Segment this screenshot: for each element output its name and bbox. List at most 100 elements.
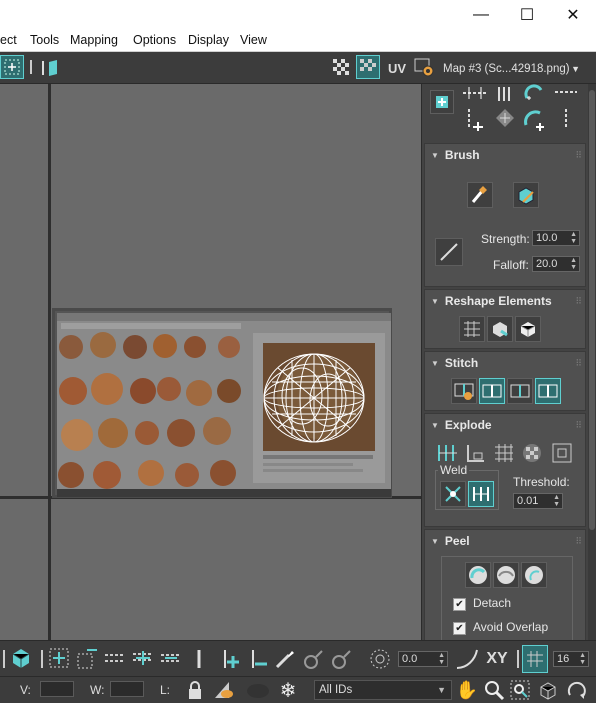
soft-selection-icon[interactable]: [366, 645, 394, 673]
menu-bar: ect Tools Mapping Options Display View: [0, 30, 596, 52]
xy-coordinate-toggle[interactable]: XY: [482, 647, 512, 671]
peel-mode-button[interactable]: [493, 562, 519, 588]
falloff-spinner[interactable]: 20.0 ▲ ▼: [532, 256, 580, 272]
ring-icon[interactable]: [192, 647, 206, 671]
element-mode-icon[interactable]: [8, 645, 34, 671]
straighten-selection-button[interactable]: [459, 316, 485, 342]
relax-until-flat-button[interactable]: [487, 316, 513, 342]
explode-header[interactable]: ▼ Explode: [425, 414, 585, 436]
uv-editor-viewport[interactable]: [0, 84, 421, 640]
spinner-arrows-icon[interactable]: ▲ ▼: [570, 257, 577, 271]
rotate-view-icon[interactable]: [564, 679, 590, 701]
relax-brush-button[interactable]: [513, 182, 539, 208]
snowflake-icon[interactable]: ❄: [276, 679, 300, 702]
settings-gear-icon[interactable]: [412, 55, 436, 79]
stitch-average-button[interactable]: [507, 378, 533, 404]
drag-handle-icon[interactable]: ⠿: [575, 536, 582, 547]
quick-peel-button[interactable]: [465, 562, 491, 588]
material-ids-dropdown[interactable]: All IDs ▼: [314, 680, 452, 700]
menu-select[interactable]: ect: [0, 33, 17, 47]
v-field[interactable]: [40, 681, 74, 697]
brush-title: Brush: [444, 148, 480, 162]
pan-hand-icon[interactable]: ✋: [456, 679, 478, 701]
grow-ring-icon[interactable]: [216, 647, 242, 671]
shrink-selection-icon[interactable]: [74, 645, 100, 671]
zoom-icon[interactable]: [482, 679, 506, 701]
rotate-plus-icon[interactable]: [520, 106, 550, 132]
show-map-icon[interactable]: [356, 55, 380, 79]
drag-handle-icon[interactable]: ⠿: [575, 420, 582, 431]
space-vertical-icon[interactable]: [552, 106, 580, 132]
reset-peel-button[interactable]: [521, 562, 547, 588]
menu-tools[interactable]: Tools: [30, 33, 59, 47]
stitch-to-target-button[interactable]: [479, 378, 505, 404]
paint-brush-button[interactable]: [467, 182, 493, 208]
checker-pattern-icon[interactable]: [329, 55, 353, 79]
peel-header[interactable]: ▼ Peel: [425, 530, 585, 552]
spinner-arrows-icon[interactable]: ▲ ▼: [579, 652, 586, 666]
falloff-curve-icon[interactable]: [454, 647, 480, 671]
menu-mapping[interactable]: Mapping: [70, 33, 118, 47]
map-dropdown[interactable]: Map #3 (Sc...42918.png) ▼: [439, 59, 585, 79]
menu-display[interactable]: Display: [188, 33, 229, 47]
show-hide-icon[interactable]: [210, 679, 236, 701]
grow-selection-icon[interactable]: [46, 645, 72, 671]
strength-spinner[interactable]: 10.0 ▲ ▼: [532, 230, 580, 246]
maximize-button[interactable]: ☐: [504, 0, 550, 30]
panel-scrollbar[interactable]: [588, 84, 596, 640]
spinner-arrows-icon[interactable]: ▲ ▼: [570, 231, 577, 245]
soft-selection-spinner[interactable]: 0.0 ▲ ▼: [398, 651, 448, 667]
menu-view[interactable]: View: [240, 33, 267, 47]
stitch-header[interactable]: ▼ Stitch: [425, 352, 585, 374]
lock-icon[interactable]: [184, 679, 206, 701]
align-vertical-icon[interactable]: [492, 84, 522, 102]
menu-options[interactable]: Options: [133, 33, 176, 47]
collapse-triangle-icon: ▼: [431, 150, 439, 160]
paint-grow-icon[interactable]: [300, 647, 326, 671]
scrollbar-thumb[interactable]: [589, 90, 595, 530]
paint-select-icon[interactable]: [272, 647, 298, 671]
stitch-to-source-button[interactable]: [535, 378, 561, 404]
grid-spinner[interactable]: 16 ▲ ▼: [553, 651, 589, 667]
drag-handle-icon[interactable]: ⠿: [575, 358, 582, 369]
weld-selected-button[interactable]: [440, 481, 466, 507]
zoom-region-icon[interactable]: [508, 679, 532, 701]
rotate-icon[interactable]: [522, 84, 544, 104]
uv-toggle[interactable]: UV: [384, 58, 410, 78]
falloff-curve-button[interactable]: [435, 238, 463, 266]
quick-transform-icon[interactable]: [430, 90, 454, 114]
chevron-down-icon: ▼: [437, 685, 446, 695]
spinner-arrows-icon[interactable]: ▲ ▼: [438, 652, 445, 666]
brush-header[interactable]: ▼ Brush: [425, 144, 585, 166]
explode-grid-icon[interactable]: [491, 440, 517, 466]
close-button[interactable]: ✕: [550, 0, 596, 30]
spinner-arrows-icon[interactable]: ▲ ▼: [553, 494, 560, 508]
grid-snap-icon[interactable]: [522, 645, 548, 673]
reshape-header[interactable]: ▼ Reshape Elements: [425, 290, 585, 312]
shrink-ring-icon[interactable]: [244, 647, 270, 671]
drag-handle-icon[interactable]: ⠿: [575, 150, 582, 161]
avoid-overlap-checkbox[interactable]: ✔: [453, 622, 466, 635]
weld-all-button[interactable]: [468, 481, 494, 507]
relax-button[interactable]: [515, 316, 541, 342]
threshold-spinner[interactable]: 0.01 ▲ ▼: [513, 493, 563, 509]
stitch-custom-button[interactable]: [451, 378, 477, 404]
loop-icon[interactable]: [102, 649, 128, 667]
drag-handle-icon[interactable]: ⠿: [575, 296, 582, 307]
paint-shrink-icon[interactable]: [328, 647, 354, 671]
freeze-circle-icon[interactable]: [244, 681, 272, 701]
select-mode-icon[interactable]: [0, 55, 24, 79]
explode-checker-icon[interactable]: [519, 440, 545, 466]
explode-frame-icon[interactable]: [547, 440, 577, 466]
grow-loop-icon[interactable]: [130, 647, 156, 669]
straighten-icon[interactable]: [552, 84, 580, 102]
align-horizontal-icon[interactable]: [460, 84, 490, 102]
shrink-loop-icon[interactable]: [158, 649, 184, 667]
space-horizontal-icon[interactable]: [460, 106, 490, 132]
detach-checkbox[interactable]: ✔: [453, 598, 466, 611]
minimize-button[interactable]: —: [458, 0, 504, 30]
mirror-icon[interactable]: [38, 57, 62, 79]
stack-icon[interactable]: [490, 106, 520, 132]
w-field[interactable]: [110, 681, 144, 697]
zoom-extents-icon[interactable]: [536, 679, 560, 701]
